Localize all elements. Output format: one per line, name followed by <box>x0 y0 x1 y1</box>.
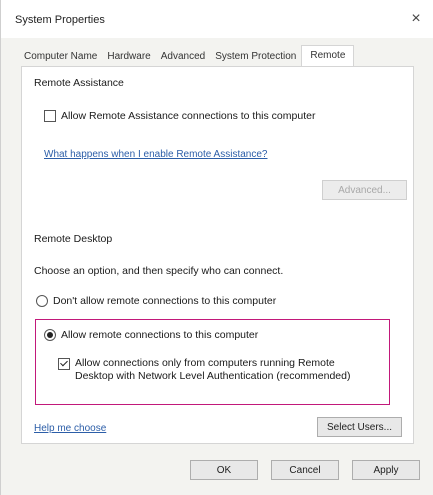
close-icon[interactable]: × <box>407 10 425 28</box>
tab-system-protection[interactable]: System Protection <box>210 48 301 66</box>
help-me-choose-link[interactable]: Help me choose <box>34 423 106 434</box>
tab-remote[interactable]: Remote <box>301 45 355 67</box>
remote-tab-panel: Remote Assistance Allow Remote Assistanc… <box>21 66 414 444</box>
nla-label-line-1: Allow connections only from computers ru… <box>75 357 335 369</box>
title-bar: System Properties × <box>1 0 433 38</box>
nla-label-line-2: Desktop with Network Level Authenticatio… <box>75 370 351 382</box>
window-title: System Properties <box>15 14 105 26</box>
remote-assistance-help-link[interactable]: What happens when I enable Remote Assist… <box>44 149 267 160</box>
advanced-button[interactable]: Advanced... <box>322 180 407 200</box>
allow-remote-label: Allow remote connections to this compute… <box>61 329 259 341</box>
nla-checkbox-box[interactable] <box>58 358 70 370</box>
tab-hardware[interactable]: Hardware <box>102 48 155 66</box>
dont-allow-remote-radio-circle[interactable] <box>36 295 48 308</box>
cancel-button[interactable]: Cancel <box>271 460 339 480</box>
remote-desktop-instruction: Choose an option, and then specify who c… <box>34 265 284 277</box>
tab-strip: Computer Name Hardware Advanced System P… <box>19 45 355 67</box>
allow-remote-radio[interactable]: Allow remote connections to this compute… <box>44 329 259 342</box>
system-properties-dialog: System Properties × Computer Name Hardwa… <box>0 0 433 495</box>
nla-checkbox[interactable]: Allow connections only from computers ru… <box>58 357 350 383</box>
ok-button[interactable]: OK <box>190 460 258 480</box>
allow-remote-assistance-label: Allow Remote Assistance connections to t… <box>61 110 316 122</box>
remote-assistance-heading: Remote Assistance <box>34 77 124 89</box>
allow-remote-radio-circle[interactable] <box>44 329 56 342</box>
nla-checkbox-label: Allow connections only from computers ru… <box>75 357 350 383</box>
tab-computer-name[interactable]: Computer Name <box>19 48 102 66</box>
allow-remote-assistance-checkbox-box[interactable] <box>44 110 56 123</box>
dont-allow-remote-label: Don't allow remote connections to this c… <box>53 295 277 307</box>
dont-allow-remote-radio[interactable]: Don't allow remote connections to this c… <box>36 295 277 308</box>
remote-desktop-heading: Remote Desktop <box>34 233 113 245</box>
select-users-button[interactable]: Select Users... <box>317 417 402 437</box>
allow-remote-assistance-checkbox[interactable]: Allow Remote Assistance connections to t… <box>44 110 316 123</box>
tab-advanced[interactable]: Advanced <box>156 48 210 66</box>
apply-button[interactable]: Apply <box>352 460 420 480</box>
